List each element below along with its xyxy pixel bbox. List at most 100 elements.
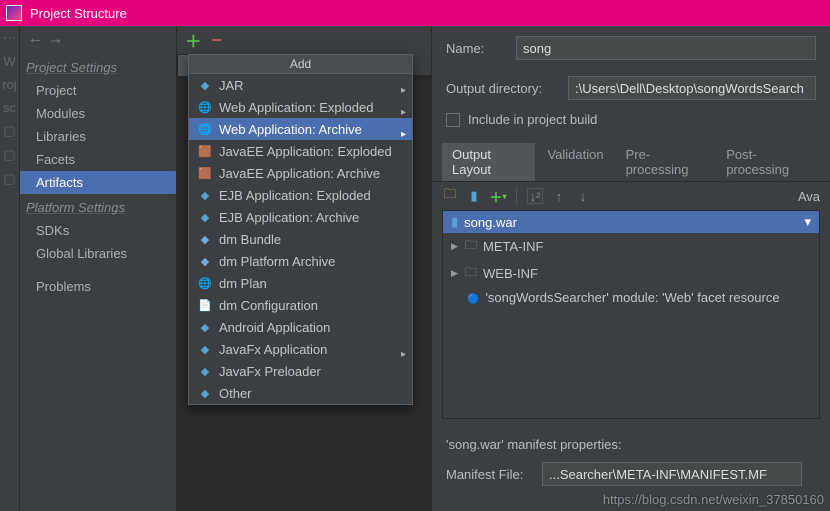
diamond-icon: [197, 341, 213, 357]
menu-item-label: EJB Application: Exploded: [219, 188, 371, 203]
add-menu-item-13[interactable]: JavaFx Preloader: [189, 360, 412, 382]
add-artifact-popup: Add JAR Web Application: Exploded Web Appl…: [188, 54, 413, 405]
box-icon: [197, 143, 213, 159]
globe-icon: [197, 99, 213, 115]
add-menu-item-11[interactable]: Android Application: [189, 316, 412, 338]
diamond-icon: [197, 209, 213, 225]
add-menu-item-14[interactable]: Other: [189, 382, 412, 404]
menu-item-label: Web Application: Archive: [219, 122, 362, 137]
diamond-icon: [197, 187, 213, 203]
menu-item-label: Android Application: [219, 320, 330, 335]
settings-sidebar: ⭠ ⭢ Project Settings Project Modules Lib…: [20, 26, 177, 511]
add-menu-item-1[interactable]: Web Application: Exploded: [189, 96, 412, 118]
move-down-icon[interactable]: ↓: [575, 188, 591, 204]
tree-root-row[interactable]: song.war ▾: [443, 211, 819, 233]
add-menu-item-3[interactable]: JavaEE Application: Exploded: [189, 140, 412, 162]
new-archive-icon[interactable]: ▮: [466, 188, 482, 204]
add-menu-item-2[interactable]: Web Application: Archive: [189, 118, 412, 140]
include-build-label: Include in project build: [468, 112, 597, 127]
output-dir-input[interactable]: [568, 76, 816, 100]
dm-icon: [197, 231, 213, 247]
add-menu-item-6[interactable]: EJB Application: Archive: [189, 206, 412, 228]
menu-item-label: dm Bundle: [219, 232, 281, 247]
module-icon: [467, 290, 479, 305]
menu-item-label: JavaEE Application: Exploded: [219, 144, 392, 159]
chevron-down-icon[interactable]: ▾: [804, 214, 811, 230]
new-folder-icon[interactable]: 🗀: [442, 188, 458, 204]
name-label: Name:: [446, 41, 506, 56]
add-menu-item-7[interactable]: dm Bundle: [189, 228, 412, 250]
menu-item-label: JavaFx Application: [219, 342, 327, 357]
sidebar-item-project[interactable]: Project: [20, 79, 176, 102]
menu-item-label: Other: [219, 386, 252, 401]
artifact-detail-panel: Name: Output directory: Include in proje…: [432, 26, 830, 511]
add-menu-item-8[interactable]: dm Platform Archive: [189, 250, 412, 272]
menu-item-label: JavaFx Preloader: [219, 364, 321, 379]
folder-icon: [465, 263, 477, 284]
tool-window-strip: ⋯Wrojsc▢▢▢: [0, 26, 20, 511]
diamond-icon: [197, 77, 213, 93]
name-input[interactable]: [516, 36, 816, 60]
watermark-text: https://blog.csdn.net/weixin_37850160: [603, 492, 824, 507]
nav-back-icon[interactable]: ⭠: [30, 32, 40, 48]
tree-row-module[interactable]: 'songWordsSearcher' module: 'Web' facet …: [443, 287, 819, 308]
sidebar-item-facets[interactable]: Facets: [20, 148, 176, 171]
include-build-checkbox[interactable]: [446, 113, 460, 127]
cfg-icon: [197, 297, 213, 313]
menu-item-label: dm Platform Archive: [219, 254, 335, 269]
sidebar-item-problems[interactable]: Problems: [20, 275, 176, 298]
war-icon: [451, 214, 458, 230]
menu-item-label: EJB Application: Archive: [219, 210, 359, 225]
tree-root-label: song.war: [464, 215, 517, 230]
section-project-settings: Project Settings: [20, 54, 176, 79]
add-popup-header: Add: [189, 55, 412, 74]
add-menu-item-0[interactable]: JAR: [189, 74, 412, 96]
diamond-icon: [197, 385, 213, 401]
sidebar-item-sdks[interactable]: SDKs: [20, 219, 176, 242]
move-up-icon[interactable]: ↑: [551, 188, 567, 204]
app-logo-icon: [6, 5, 22, 21]
tree-row-metainf[interactable]: ▶ META-INF: [443, 233, 819, 260]
manifest-properties-header: 'song.war' manifest properties:: [446, 437, 816, 452]
add-menu-item-4[interactable]: JavaEE Application: Archive: [189, 162, 412, 184]
nav-forward-icon[interactable]: ⭢: [50, 32, 60, 48]
output-dir-label: Output directory:: [446, 81, 558, 96]
diamond-icon: [197, 319, 213, 335]
add-artifact-button[interactable]: ＋: [185, 28, 201, 52]
available-label: Ava: [798, 189, 820, 204]
manifest-file-label: Manifest File:: [446, 467, 532, 482]
box-icon: [197, 165, 213, 181]
sidebar-item-modules[interactable]: Modules: [20, 102, 176, 125]
globe-icon: [197, 275, 213, 291]
manifest-file-input[interactable]: [542, 462, 802, 486]
add-menu-item-10[interactable]: dm Configuration: [189, 294, 412, 316]
add-copy-icon[interactable]: ＋▾: [490, 188, 506, 204]
output-layout-tree[interactable]: song.war ▾ ▶ META-INF ▶ WEB-INF 'songWor…: [442, 210, 820, 419]
section-platform-settings: Platform Settings: [20, 194, 176, 219]
menu-item-label: JAR: [219, 78, 244, 93]
artifact-tabs: Output Layout Validation Pre-processing …: [432, 133, 830, 181]
menu-item-label: dm Configuration: [219, 298, 318, 313]
sidebar-item-libraries[interactable]: Libraries: [20, 125, 176, 148]
tab-post-processing[interactable]: Post-processing: [716, 143, 820, 181]
window-title: Project Structure: [30, 6, 127, 21]
dm-icon: [197, 253, 213, 269]
tab-validation[interactable]: Validation: [537, 143, 613, 181]
menu-item-label: JavaEE Application: Archive: [219, 166, 380, 181]
globe-icon: [197, 121, 213, 137]
add-menu-item-5[interactable]: EJB Application: Exploded: [189, 184, 412, 206]
add-menu-item-9[interactable]: dm Plan: [189, 272, 412, 294]
sidebar-item-artifacts[interactable]: Artifacts: [20, 171, 176, 194]
menu-item-label: Web Application: Exploded: [219, 100, 373, 115]
add-menu-item-12[interactable]: JavaFx Application: [189, 338, 412, 360]
tree-row-webinf[interactable]: ▶ WEB-INF: [443, 260, 819, 287]
titlebar: Project Structure: [0, 0, 830, 26]
folder-icon: [465, 236, 477, 257]
tab-pre-processing[interactable]: Pre-processing: [616, 143, 715, 181]
sort-icon[interactable]: ↓²: [527, 188, 543, 204]
tab-output-layout[interactable]: Output Layout: [442, 143, 535, 181]
remove-artifact-button[interactable]: −: [211, 30, 222, 51]
menu-item-label: dm Plan: [219, 276, 267, 291]
output-layout-toolbar: 🗀 ▮ ＋▾ ↓² ↑ ↓ Ava: [432, 181, 830, 210]
sidebar-item-global-libraries[interactable]: Global Libraries: [20, 242, 176, 265]
